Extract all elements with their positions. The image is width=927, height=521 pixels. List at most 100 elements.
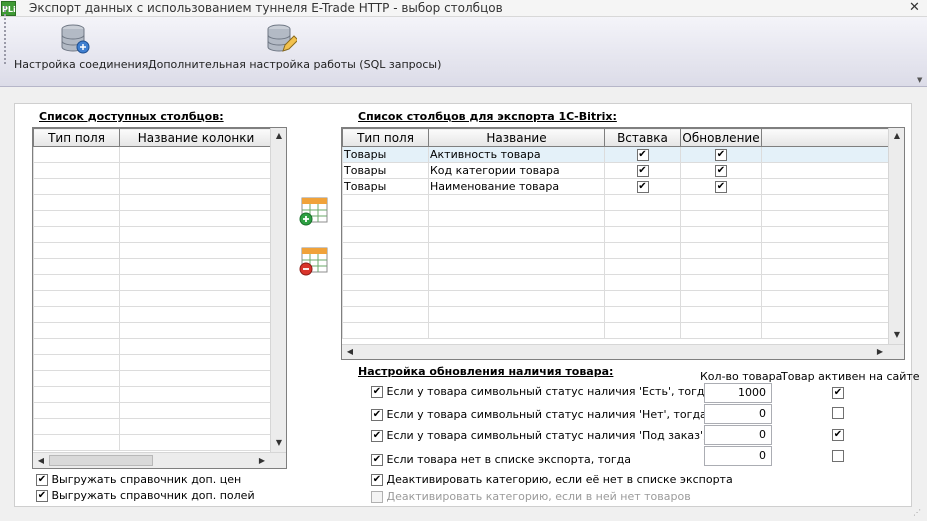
table-row[interactable] [342, 258, 889, 275]
update-checkbox[interactable]: ✔ [715, 149, 727, 161]
available-col-type[interactable]: Тип поля [33, 128, 120, 147]
table-row[interactable] [33, 386, 273, 403]
availability-row-not-in-export[interactable]: ✔ Если товара нет в списке экспорта, тог… [371, 453, 631, 466]
out-of-stock-active-checkbox[interactable] [832, 407, 844, 419]
table-row[interactable] [33, 290, 273, 307]
table-row[interactable] [33, 434, 273, 451]
scroll-down-icon[interactable]: ▼ [890, 328, 904, 342]
not-in-export-active-option[interactable] [832, 449, 844, 462]
not-in-export-qty-input[interactable]: 0 [704, 446, 772, 466]
table-row[interactable] [342, 242, 889, 259]
on-order-qty-input[interactable]: 0 [704, 425, 772, 445]
export-col-update[interactable]: Обновление [680, 128, 762, 147]
scroll-right-icon[interactable]: ▶ [255, 454, 269, 468]
scroll-up-icon[interactable]: ▲ [890, 129, 904, 143]
table-row[interactable] [342, 194, 889, 211]
available-col-name[interactable]: Название колонки [119, 128, 273, 147]
in-stock-active-option[interactable]: ✔ [832, 386, 844, 399]
table-row[interactable] [33, 146, 273, 163]
table-row[interactable] [33, 162, 273, 179]
table-row[interactable] [33, 402, 273, 419]
available-horizontal-scrollbar[interactable]: ◀ ▶ [33, 452, 286, 468]
add-column-button[interactable] [299, 196, 329, 226]
table-row[interactable] [33, 306, 273, 323]
table-row[interactable] [342, 322, 889, 339]
table-row[interactable] [33, 354, 273, 371]
not-in-export-checkbox[interactable]: ✔ [371, 454, 383, 466]
export-horizontal-scrollbar[interactable]: ◀ ▶ [342, 344, 904, 359]
table-row[interactable]: Товары Код категории товара ✔ ✔ [342, 162, 889, 179]
table-row[interactable]: Товары Наименование товара ✔ ✔ [342, 178, 889, 195]
update-checkbox[interactable]: ✔ [715, 165, 727, 177]
table-row[interactable] [33, 370, 273, 387]
export-price-ref-checkbox[interactable]: ✔ [36, 474, 48, 486]
table-row[interactable] [33, 226, 273, 243]
out-of-stock-checkbox[interactable]: ✔ [371, 409, 383, 421]
in-stock-checkbox[interactable]: ✔ [371, 386, 383, 398]
out-of-stock-active-option[interactable] [832, 406, 844, 419]
table-row[interactable] [33, 258, 273, 275]
table-row[interactable] [342, 226, 889, 243]
table-cell [119, 290, 273, 307]
export-col-insert[interactable]: Вставка [604, 128, 681, 147]
available-columns-grid[interactable]: Тип поля Название колонки ▲ ▼ ◀ ▶ [32, 127, 287, 469]
close-icon[interactable]: ✕ [909, 0, 920, 15]
scroll-left-icon[interactable]: ◀ [34, 454, 48, 468]
table-row[interactable] [342, 306, 889, 323]
scroll-right-icon[interactable]: ▶ [873, 345, 887, 359]
row-update[interactable]: ✔ [680, 162, 762, 179]
table-row[interactable] [33, 178, 273, 195]
remove-column-button[interactable] [299, 246, 329, 276]
row-update[interactable]: ✔ [680, 178, 762, 195]
table-cell [33, 178, 120, 195]
table-row[interactable] [33, 322, 273, 339]
table-row[interactable] [33, 418, 273, 435]
deactivate-missing-checkbox[interactable]: ✔ [371, 474, 383, 486]
connection-settings-button[interactable]: Настройка соединения [14, 19, 148, 85]
row-update[interactable]: ✔ [680, 146, 762, 163]
export-col-name[interactable]: Название [428, 128, 605, 147]
update-checkbox[interactable]: ✔ [715, 181, 727, 193]
table-row[interactable] [33, 274, 273, 291]
export-columns-grid[interactable]: Тип поля Название Вставка Обновление Тов… [341, 127, 905, 360]
table-row[interactable] [33, 338, 273, 355]
export-vertical-scrollbar[interactable]: ▲ ▼ [888, 128, 904, 344]
availability-row-in-stock[interactable]: ✔ Если у товара символьный статус наличи… [371, 385, 711, 398]
availability-row-on-order[interactable]: ✔ Если у товара символьный статус наличи… [371, 429, 743, 442]
row-insert[interactable]: ✔ [604, 146, 681, 163]
table-row[interactable] [342, 210, 889, 227]
table-row[interactable] [342, 274, 889, 291]
table-row[interactable]: Товары Активность товара ✔ ✔ [342, 146, 889, 163]
in-stock-active-checkbox[interactable]: ✔ [832, 387, 844, 399]
sql-settings-button[interactable]: Дополнительная настройка работы (SQL зап… [148, 19, 441, 85]
row-insert[interactable]: ✔ [604, 178, 681, 195]
scroll-left-icon[interactable]: ◀ [343, 345, 357, 359]
insert-checkbox[interactable]: ✔ [636, 149, 649, 161]
toolbar-overflow-icon[interactable]: ▼ [917, 76, 922, 84]
scroll-thumb[interactable] [49, 455, 153, 466]
table-row[interactable] [33, 210, 273, 227]
on-order-active-option[interactable]: ✔ [832, 428, 844, 441]
table-row[interactable] [342, 290, 889, 307]
export-col-type[interactable]: Тип поля [342, 128, 429, 147]
availability-row-out-of-stock[interactable]: ✔ Если у товара символьный статус наличи… [371, 408, 707, 421]
not-in-export-active-checkbox[interactable] [832, 450, 844, 462]
on-order-active-checkbox[interactable]: ✔ [832, 429, 844, 441]
in-stock-qty-input[interactable]: 1000 [704, 383, 772, 403]
table-row[interactable] [33, 242, 273, 259]
on-order-checkbox[interactable]: ✔ [371, 430, 383, 442]
row-insert[interactable]: ✔ [604, 162, 681, 179]
table-row[interactable] [33, 194, 273, 211]
resize-grip-icon[interactable]: ⋰ [913, 508, 921, 517]
deactivate-missing-option[interactable]: ✔ Деактивировать категорию, если её нет … [371, 473, 733, 486]
insert-checkbox[interactable]: ✔ [636, 181, 649, 193]
export-field-ref-option[interactable]: ✔ Выгружать справочник доп. полей [36, 489, 255, 502]
scroll-down-icon[interactable]: ▼ [272, 436, 286, 450]
scroll-up-icon[interactable]: ▲ [272, 129, 286, 143]
toolbar-grip[interactable] [4, 6, 6, 64]
insert-checkbox[interactable]: ✔ [636, 165, 649, 177]
export-price-ref-option[interactable]: ✔ Выгружать справочник доп. цен [36, 473, 241, 486]
available-vertical-scrollbar[interactable]: ▲ ▼ [270, 128, 286, 452]
export-field-ref-checkbox[interactable]: ✔ [36, 490, 48, 502]
out-of-stock-qty-input[interactable]: 0 [704, 404, 772, 424]
